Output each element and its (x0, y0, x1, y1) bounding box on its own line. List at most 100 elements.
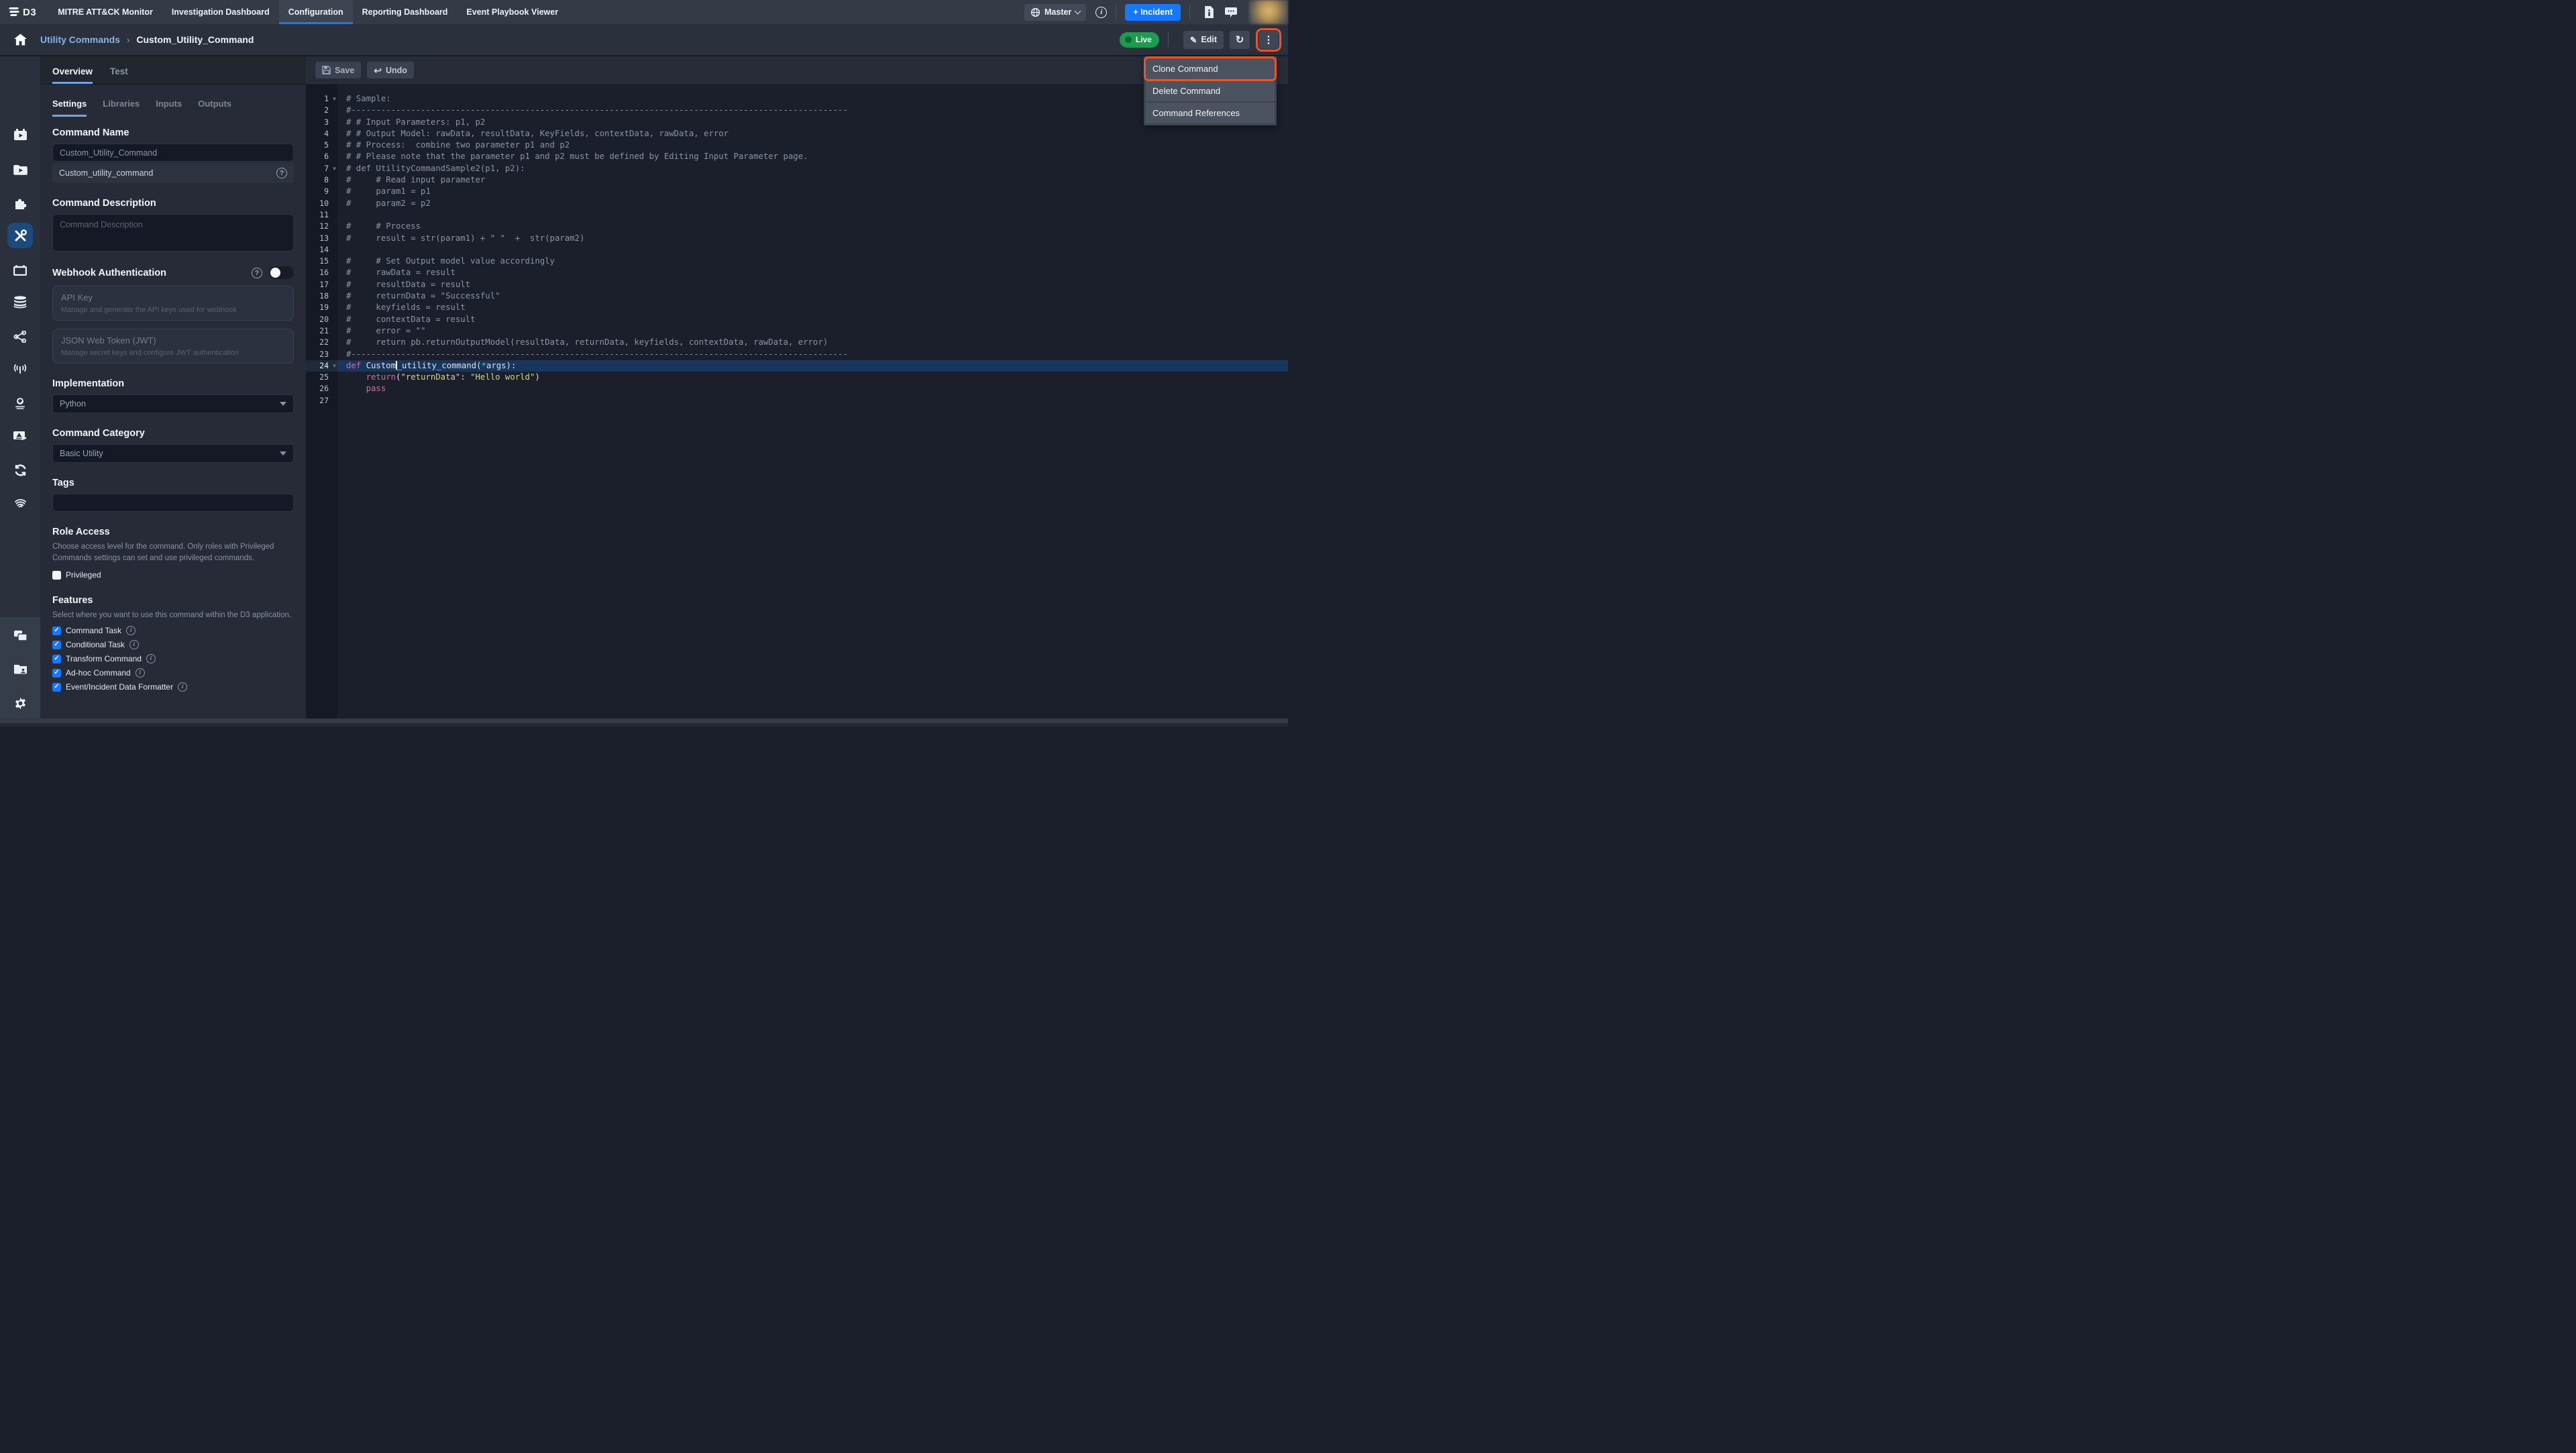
horizontal-scrollbar[interactable] (0, 718, 1288, 723)
code-line[interactable]: 4 # # Output Model: rawData, resultData, … (306, 128, 1288, 140)
code-area[interactable]: 1 ▼ # Sample: 2 #---------------------------… (306, 85, 1288, 718)
line-number[interactable]: 17 (306, 279, 337, 290)
feature-row[interactable]: ✓ Transform Command i (52, 654, 294, 664)
code-line[interactable]: 23 #-------------------------------------… (306, 349, 1288, 360)
version-history-button[interactable]: ↻ (1230, 30, 1250, 49)
sidebar-item-panel[interactable] (7, 258, 33, 283)
sidebar-item-settings[interactable] (7, 690, 33, 716)
tab-test[interactable]: Test (110, 66, 128, 84)
subtab-inputs[interactable]: Inputs (156, 99, 182, 117)
sidebar-item-data-management[interactable] (7, 289, 33, 315)
code-line[interactable]: 16 # rawData = result (306, 267, 1288, 278)
edit-button[interactable]: ✎ Edit (1183, 30, 1224, 49)
sidebar-item-contacts[interactable] (7, 656, 33, 682)
code-line[interactable]: 26 pass (306, 383, 1288, 394)
save-button[interactable]: Save (315, 62, 362, 78)
breadcrumb-section-link[interactable]: Utility Commands (40, 34, 120, 45)
sidebar-item-web-services[interactable] (7, 390, 33, 416)
user-avatar[interactable] (1249, 0, 1288, 24)
command-category-select[interactable]: Basic Utility (52, 444, 294, 463)
code-line[interactable]: 1 ▼ # Sample: (306, 93, 1288, 105)
fold-arrow-icon[interactable]: ▼ (333, 93, 336, 105)
chat-icon[interactable] (1225, 7, 1237, 18)
webhook-auth-toggle[interactable] (269, 266, 294, 279)
line-number[interactable]: 8 (306, 174, 337, 186)
info-icon[interactable]: i (1095, 6, 1108, 18)
code-line[interactable]: 21 # error = "" (306, 325, 1288, 337)
sidebar-item-event-formatter[interactable] (7, 424, 33, 449)
subtab-libraries[interactable]: Libraries (103, 99, 140, 117)
menu-item-command-references[interactable]: Command References (1146, 103, 1275, 123)
sidebar-item-data-ingestion[interactable] (7, 356, 33, 382)
feature-row[interactable]: ✓ Command Task i (52, 626, 294, 636)
feature-checkbox[interactable]: ✓ (52, 640, 61, 649)
subtab-settings[interactable]: Settings (52, 99, 87, 117)
privileged-checkbox[interactable] (52, 570, 61, 580)
workspace-selector[interactable]: Master (1024, 3, 1087, 21)
line-number[interactable]: 16 (306, 267, 337, 278)
subtab-outputs[interactable]: Outputs (198, 99, 231, 117)
line-number[interactable]: 7 ▼ (306, 163, 337, 174)
new-incident-button[interactable]: + Incident (1125, 3, 1181, 21)
code-line[interactable]: 19 # keyfields = result (306, 302, 1288, 313)
code-line[interactable]: 27 (306, 395, 1288, 407)
info-icon[interactable]: i (135, 668, 145, 678)
code-line[interactable]: 18 # returnData = "Successful" (306, 290, 1288, 302)
code-line[interactable]: 22 # return pb.returnOutputModel(resultDa… (306, 337, 1288, 348)
code-line[interactable]: 17 # resultData = result (306, 279, 1288, 290)
line-number[interactable]: 9 (306, 186, 337, 197)
code-line-highlighted[interactable]: 24 ▼ def Custom _utility_command(*args): (306, 360, 1288, 372)
code-line[interactable]: 20 # contextData = result (306, 314, 1288, 325)
sidebar-item-integrations[interactable] (7, 190, 33, 215)
fold-arrow-icon[interactable]: ▼ (333, 360, 336, 372)
nav-item-reporting-dashboard[interactable]: Reporting Dashboard (353, 0, 458, 24)
code-line[interactable]: 8 # # Read input parameter (306, 174, 1288, 186)
line-number[interactable]: 4 (306, 128, 337, 140)
feature-row[interactable]: ✓ Conditional Task i (52, 640, 294, 650)
privileged-checkbox-row[interactable]: Privileged (52, 570, 294, 580)
info-icon[interactable]: i (178, 682, 188, 692)
line-number[interactable]: 11 (306, 209, 337, 221)
feature-checkbox[interactable]: ✓ (52, 682, 61, 692)
line-number[interactable]: 26 (306, 383, 337, 394)
fold-arrow-icon[interactable]: ▼ (333, 163, 336, 174)
line-number[interactable]: 22 (306, 337, 337, 348)
line-number[interactable]: 18 (306, 290, 337, 302)
line-number[interactable]: 5 (306, 140, 337, 151)
code-line[interactable]: 9 # param1 = p1 (306, 186, 1288, 197)
line-number[interactable]: 14 (306, 244, 337, 256)
feature-checkbox[interactable]: ✓ (52, 626, 61, 635)
line-number[interactable]: 13 (306, 233, 337, 244)
home-icon[interactable] (0, 34, 40, 46)
line-number[interactable]: 12 (306, 221, 337, 232)
line-number[interactable]: 10 (306, 198, 337, 209)
command-name-input[interactable]: Custom_Utility_Command (52, 144, 294, 162)
sidebar-item-playbook-video[interactable] (7, 156, 33, 182)
line-number[interactable]: 2 (306, 105, 337, 116)
help-icon[interactable]: ? (276, 168, 287, 178)
nav-item-event-playbook-viewer[interactable]: Event Playbook Viewer (457, 0, 568, 24)
info-icon[interactable]: i (146, 654, 156, 664)
sidebar-item-utility-commands[interactable] (7, 223, 33, 248)
webhook-help-icon[interactable]: ? (252, 267, 262, 278)
sidebar-item-sync[interactable] (7, 458, 33, 483)
feature-row[interactable]: ✓ Event/Incident Data Formatter i (52, 682, 294, 692)
info-icon[interactable]: i (129, 640, 139, 650)
code-line[interactable]: 7 ▼ # def UtilityCommandSample2(p1, p2): (306, 163, 1288, 174)
undo-button[interactable]: ↩ Undo (367, 62, 414, 78)
info-icon[interactable]: i (126, 626, 136, 636)
code-line[interactable]: 13 # result = str(param1) + " " + str(par… (306, 233, 1288, 244)
nav-item-mitre-attck-monitor[interactable]: MITRE ATT&CK Monitor (48, 0, 162, 24)
implementation-select[interactable]: Python (52, 394, 294, 413)
more-options-button[interactable]: ⋮ (1258, 30, 1279, 49)
line-number[interactable]: 25 (306, 372, 337, 383)
tab-overview[interactable]: Overview (52, 66, 93, 84)
jwt-card[interactable]: JSON Web Token (JWT) Manage secret keys … (52, 329, 294, 364)
code-line[interactable]: 25 return("returnData": "Hello world") (306, 372, 1288, 383)
nav-item-investigation-dashboard[interactable]: Investigation Dashboard (162, 0, 279, 24)
code-line[interactable]: 11 (306, 209, 1288, 221)
code-line[interactable]: 10 # param2 = p2 (306, 198, 1288, 209)
command-description-textarea[interactable]: Command Description (52, 214, 294, 252)
sidebar-item-fingerprint[interactable] (7, 490, 33, 516)
tags-input[interactable] (52, 494, 294, 512)
